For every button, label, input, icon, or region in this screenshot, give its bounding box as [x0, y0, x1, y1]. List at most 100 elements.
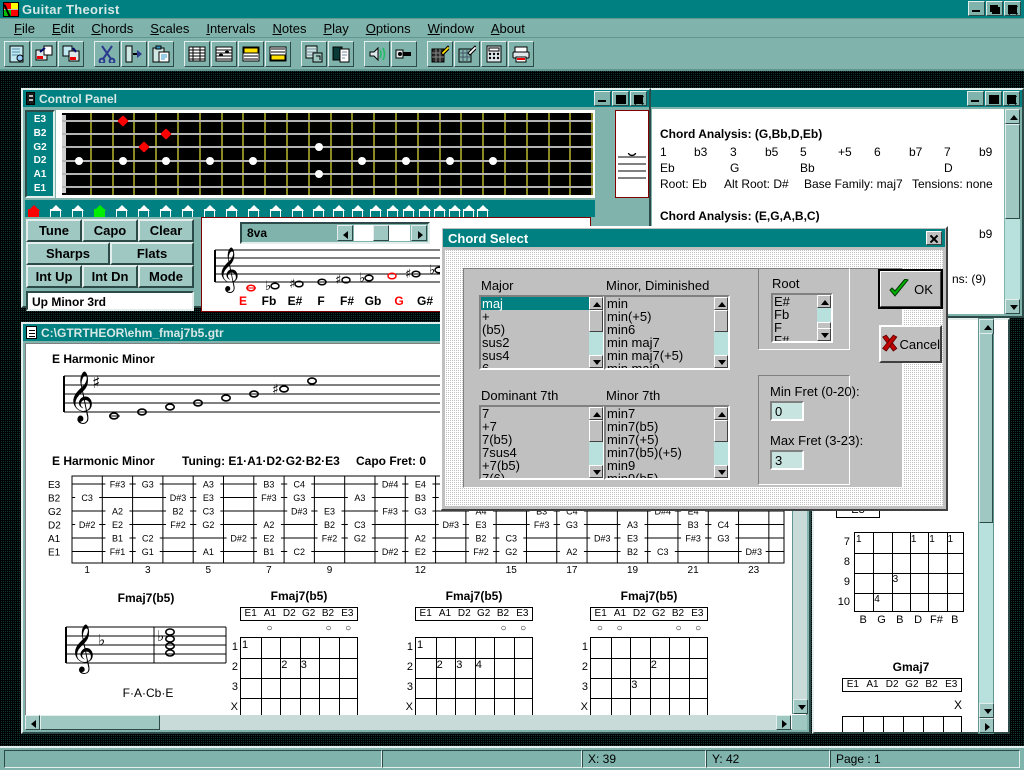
listbox-scroll-track[interactable] — [714, 420, 728, 465]
analysis-scroll-thumb[interactable] — [1005, 124, 1020, 219]
minor-diminished-listbox[interactable]: min min(+5) min6 min maj7 min maj7(+5) min ma… — [604, 295, 730, 370]
analysis-minimize-button[interactable] — [967, 91, 984, 106]
listbox-scroll-down-button[interactable] — [589, 355, 603, 368]
listbox-scrollbar[interactable] — [589, 297, 603, 368]
ok-button[interactable]: OK — [878, 269, 943, 309]
clear-button[interactable]: Clear — [138, 219, 194, 242]
right-panel-scroll-thumb[interactable] — [979, 333, 993, 523]
fret-marker[interactable] — [160, 128, 172, 140]
min-fret-input[interactable]: 0 — [770, 401, 804, 421]
document-horizontal-scrollbar[interactable] — [25, 715, 791, 730]
fret-position-marker-0[interactable] — [25, 204, 47, 217]
toolbar-cut-scissors-button[interactable] — [94, 40, 120, 67]
list-item[interactable]: sus4 — [481, 349, 589, 362]
fret-marker[interactable] — [118, 156, 127, 165]
finger-marker[interactable]: 2 — [281, 659, 287, 671]
listbox-scroll-up-button[interactable] — [714, 407, 728, 420]
right-panel-scroll-right-button[interactable] — [979, 718, 994, 733]
tune-button[interactable]: Tune — [26, 219, 82, 242]
listbox-scroll-up-button[interactable] — [714, 297, 728, 310]
menu-item-file[interactable]: File — [6, 20, 44, 37]
toolbar-staff-notes-button[interactable] — [211, 40, 237, 67]
listbox-scrollbar[interactable] — [714, 297, 728, 368]
menu-item-play[interactable]: Play — [315, 20, 357, 37]
close-button[interactable] — [1004, 1, 1021, 16]
listbox-scroll-track[interactable] — [589, 420, 603, 465]
finger-marker[interactable]: 1 — [911, 534, 917, 545]
fret-position-marker-21[interactable] — [446, 204, 461, 217]
fret-marker[interactable] — [205, 156, 214, 165]
finger-marker[interactable]: 4 — [476, 659, 482, 671]
octave-selector[interactable]: 8va — [240, 222, 430, 244]
listbox-scroll-up-button[interactable] — [589, 407, 603, 420]
toolbar-print-button[interactable] — [508, 40, 534, 67]
fret-position-marker-2[interactable] — [69, 204, 91, 217]
right-panel-vertical-scrollbar[interactable] — [978, 318, 994, 734]
listbox-scroll-thumb[interactable] — [714, 420, 728, 442]
fret-marker[interactable] — [314, 169, 323, 178]
document-scroll-thumb-h[interactable] — [40, 715, 160, 730]
toolbar-grid-edit-button[interactable] — [454, 40, 480, 67]
finger-marker[interactable]: 3 — [893, 574, 899, 585]
right-panel-grid[interactable]: 1 1 1 1 3 4 — [854, 532, 964, 612]
chord-select-close-button[interactable] — [926, 231, 942, 245]
toolbar-calculator-button[interactable] — [481, 40, 507, 67]
toolbar-paste-clipboard-button[interactable] — [148, 40, 174, 67]
listbox-scroll-track[interactable] — [714, 310, 728, 355]
toolbar-book-page-button[interactable] — [328, 40, 354, 67]
toolbar-midi-device-button[interactable] — [391, 40, 417, 67]
int-up-button[interactable]: Int Up — [26, 265, 82, 288]
finger-marker[interactable]: 1 — [856, 534, 862, 545]
fret-marker[interactable] — [74, 156, 83, 165]
int-dn-button[interactable]: Int Dn — [82, 265, 138, 288]
finger-marker[interactable]: 2 — [437, 659, 443, 671]
capo-button[interactable]: Capo — [82, 219, 138, 242]
fret-position-marker-4[interactable] — [113, 204, 135, 217]
analysis-maximize-button[interactable] — [985, 91, 1002, 106]
toolbar-speaker-play-button[interactable] — [364, 40, 390, 67]
menu-item-intervals[interactable]: Intervals — [198, 20, 264, 37]
sharps-button[interactable]: Sharps — [26, 242, 110, 265]
listbox-scrollbar[interactable] — [714, 407, 728, 478]
finger-marker[interactable]: 2 — [651, 659, 657, 671]
document-scroll-down-button[interactable] — [793, 699, 808, 714]
fret-marker[interactable] — [116, 115, 129, 127]
menu-item-options[interactable]: Options — [358, 20, 420, 37]
max-fret-input[interactable]: 3 — [770, 450, 804, 470]
listbox-scroll-down-button[interactable] — [714, 465, 728, 478]
fret-position-marker-11[interactable] — [267, 204, 289, 217]
finger-marker[interactable]: 1 — [929, 534, 935, 545]
menu-item-scales[interactable]: Scales — [142, 20, 198, 37]
document-resize-grip[interactable] — [792, 715, 807, 730]
fret-marker[interactable] — [445, 156, 454, 165]
right-panel-scroll-down-button[interactable] — [979, 703, 994, 718]
dominant7-listbox[interactable]: 7 +7 7(b5) 7sus4 +7(b5) 7(6) — [479, 405, 605, 480]
control-panel-minimize-button[interactable] — [594, 91, 611, 106]
list-item[interactable]: 6 — [481, 362, 589, 368]
menu-item-notes[interactable]: Notes — [264, 20, 315, 37]
analysis-scroll-up-button[interactable] — [1005, 109, 1020, 124]
fret-marker[interactable] — [162, 156, 171, 165]
finger-marker[interactable]: 3 — [631, 679, 637, 691]
fret-marker[interactable] — [314, 143, 323, 152]
fretboard-display[interactable] — [56, 110, 595, 198]
list-item[interactable]: maj — [481, 297, 589, 310]
restore-button[interactable] — [986, 1, 1003, 16]
list-item[interactable]: 7(6) — [481, 472, 589, 478]
fret-position-marker-20[interactable] — [431, 204, 446, 217]
octave-scroll-track[interactable] — [354, 225, 410, 241]
fret-position-marker-17[interactable] — [384, 204, 400, 217]
fret-position-marker-16[interactable] — [367, 204, 384, 217]
fret-position-marker-12[interactable] — [289, 204, 310, 217]
fret-marker[interactable] — [249, 156, 258, 165]
fret-position-marker-1[interactable] — [47, 204, 69, 217]
listbox-scroll-down-button[interactable] — [714, 355, 728, 368]
chord-diagram-grid[interactable]: 1 2 3 — [240, 637, 358, 717]
listbox-scroll-up-button[interactable] — [589, 297, 603, 310]
document-scroll-right-button[interactable] — [776, 715, 791, 730]
mode-button[interactable]: Mode — [138, 265, 194, 288]
listbox-scroll-up-button[interactable] — [817, 295, 831, 308]
analysis-close-button[interactable] — [1003, 91, 1020, 106]
root-listbox[interactable]: E#FbFF#GbG — [771, 293, 833, 343]
toolbar-fretboard-export-button[interactable] — [301, 40, 327, 67]
